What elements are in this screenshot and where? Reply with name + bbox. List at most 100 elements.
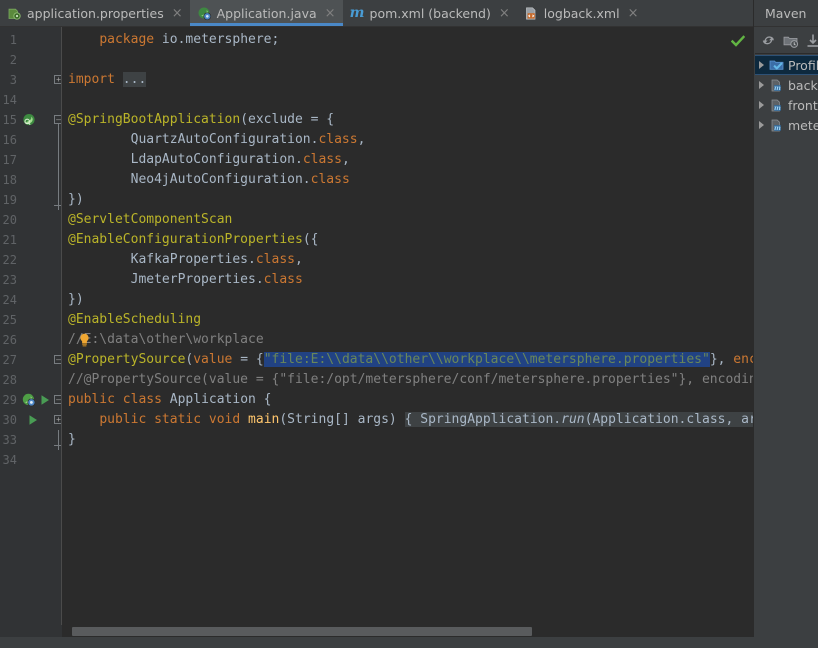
code-line-33[interactable]: }: [68, 430, 76, 450]
gutter-line-3[interactable]: 3: [0, 70, 62, 90]
maven-tree-item-metersphere[interactable]: m metersphere: [755, 115, 818, 135]
code-token: QuartzAutoConfiguration.: [68, 132, 319, 147]
code-line-1[interactable]: package io.metersphere;: [68, 30, 279, 50]
line-number: 26: [2, 333, 17, 347]
code-token: run: [561, 412, 585, 427]
line-number: 16: [2, 133, 17, 147]
reimport-icon[interactable]: [761, 33, 777, 49]
gutter-line-1[interactable]: 1: [0, 30, 62, 50]
generate-sources-icon[interactable]: [783, 33, 799, 49]
maven-tree-item-backend[interactable]: m backend: [755, 75, 818, 95]
code-line-23[interactable]: JmeterProperties.class: [68, 270, 303, 290]
gutter-line-17[interactable]: 17: [0, 150, 62, 170]
spring-bean-icon[interactable]: [22, 113, 36, 127]
code-line-17[interactable]: LdapAutoConfiguration.class,: [68, 150, 350, 170]
gutter-line-21[interactable]: 21: [0, 230, 62, 250]
run-icon[interactable]: [26, 413, 40, 427]
line-number: 27: [2, 353, 17, 367]
code-line-16[interactable]: QuartzAutoConfiguration.class,: [68, 130, 366, 150]
gutter-line-24[interactable]: 24: [0, 290, 62, 310]
gutter-line-16[interactable]: 16: [0, 130, 62, 150]
chevron-right-icon[interactable]: [759, 81, 764, 89]
intellij-idea-window: application.properties × Application.java ×…: [0, 0, 818, 648]
gutter-line-25[interactable]: 25: [0, 310, 62, 330]
maven-tree-item-profiles[interactable]: Profiles: [755, 55, 818, 75]
chevron-right-icon[interactable]: [759, 121, 764, 129]
code-token: io.metersphere;: [154, 32, 280, 47]
spring-run-icon[interactable]: [22, 393, 36, 407]
code-line-27[interactable]: @PropertySource(value = {"file:E:\\data\…: [68, 350, 753, 370]
lightbulb-intention-icon[interactable]: [78, 333, 91, 348]
code-token: Neo4jAutoConfiguration.: [68, 172, 311, 187]
code-token: class: [310, 172, 350, 187]
code-token: //E:\data\other\workplace: [68, 332, 264, 347]
code-token: (Application.: [584, 412, 687, 427]
maven-projects-tree[interactable]: Profiles m backend m frontend m metersphere: [755, 55, 818, 648]
code-token: public: [99, 412, 147, 427]
code-token: value: [193, 352, 233, 367]
download-sources-icon[interactable]: [805, 33, 818, 49]
maven-tool-window-title[interactable]: Maven: [755, 0, 818, 27]
code-line-26[interactable]: //E:\data\other\workplace: [68, 330, 264, 350]
tab-close-icon[interactable]: ×: [169, 0, 183, 26]
code-token: (: [240, 112, 249, 127]
gutter-line-34[interactable]: 34: [0, 450, 62, 470]
gutter-line-18[interactable]: 18: [0, 170, 62, 190]
editor-gutter[interactable]: 1 2 3 +14 15–16 17 18 19 20 21 22 23 24 25 26 27–28 29–3…: [0, 27, 63, 625]
code-line-15[interactable]: @SpringBootApplication(exclude = {: [68, 110, 334, 130]
gutter-line-26[interactable]: 26: [0, 330, 62, 350]
chevron-right-icon[interactable]: [759, 61, 764, 69]
line-number: 22: [2, 253, 17, 267]
code-line-25[interactable]: @EnableScheduling: [68, 310, 201, 330]
gutter-line-33[interactable]: 33: [0, 430, 62, 450]
code-line-24[interactable]: }): [68, 290, 84, 310]
code-token: @SpringBootApplication: [68, 112, 241, 127]
code-line-20[interactable]: @ServletComponentScan: [68, 210, 232, 230]
gutter-line-19[interactable]: 19: [0, 190, 62, 210]
gutter-line-29[interactable]: 29: [0, 390, 62, 410]
gutter-line-22[interactable]: 22: [0, 250, 62, 270]
gutter-line-23[interactable]: 23: [0, 270, 62, 290]
gutter-line-14[interactable]: 14: [0, 90, 62, 110]
editor-tab-pom-xml-backend[interactable]: m pom.xml (backend) ×: [343, 0, 517, 26]
run-icon[interactable]: [38, 393, 52, 407]
maven-tree-item-label: backend: [788, 77, 818, 93]
gutter-line-27[interactable]: 27: [0, 350, 62, 370]
editor-tab-logback-xml[interactable]: logback.xml ×: [517, 0, 646, 26]
gutter-line-30[interactable]: 30: [0, 410, 62, 430]
code-token: ({: [302, 232, 319, 247]
chevron-right-icon[interactable]: [759, 101, 764, 109]
code-token: "file:E:\\data\\other\\workplace\\meters…: [263, 352, 710, 367]
maven-module-icon: m: [769, 118, 784, 133]
tab-close-icon[interactable]: ×: [496, 0, 510, 26]
code-line-28[interactable]: //@PropertySource(value = {"file:/opt/me…: [68, 370, 753, 390]
gutter-line-2[interactable]: 2: [0, 50, 62, 70]
tab-close-icon[interactable]: ×: [322, 0, 336, 26]
editor-hscrollbar-thumb[interactable]: [72, 627, 532, 636]
tool-window-divider[interactable]: [753, 0, 754, 648]
code-line-21[interactable]: @EnableConfigurationProperties({: [68, 230, 318, 250]
code-line-19[interactable]: }): [68, 190, 84, 210]
line-number: 24: [2, 293, 17, 307]
properties-file-icon: [7, 6, 22, 21]
gutter-line-15[interactable]: 15: [0, 110, 62, 130]
gutter-line-20[interactable]: 20: [0, 210, 62, 230]
profiles-checked-icon: [769, 58, 784, 73]
maven-tree-item-frontend[interactable]: m frontend: [755, 95, 818, 115]
editor-tab-application-java[interactable]: Application.java ×: [189, 0, 343, 26]
code-line-3[interactable]: import ...: [68, 70, 147, 90]
code-editor[interactable]: 1 2 3 +14 15–16 17 18 19 20 21 22 23 24 25 26 27–28 29–3…: [0, 27, 753, 625]
code-token: public: [68, 392, 115, 407]
code-line-29[interactable]: public class Application {: [68, 390, 272, 410]
gutter-line-28[interactable]: 28: [0, 370, 62, 390]
code-token: KafkaProperties.: [68, 252, 256, 267]
editor-tab-application-properties[interactable]: application.properties ×: [0, 0, 190, 26]
tab-close-icon[interactable]: ×: [625, 0, 639, 26]
editor-code-area[interactable]: package io.metersphere; import ... @Spring…: [62, 27, 753, 625]
code-line-22[interactable]: KafkaProperties.class,: [68, 250, 303, 270]
inspection-status-ok-icon[interactable]: [730, 33, 746, 47]
code-line-18[interactable]: Neo4jAutoConfiguration.class: [68, 170, 350, 190]
code-line-30[interactable]: public static void main(String[] args) {…: [68, 410, 753, 430]
